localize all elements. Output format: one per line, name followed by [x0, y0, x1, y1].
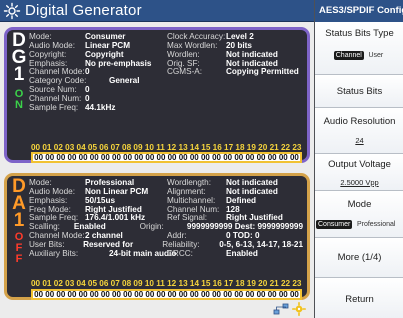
field-value: No pre-emphasis [85, 58, 152, 68]
field-value: Copying Permitted [226, 67, 299, 77]
return-key[interactable]: Return [315, 278, 403, 318]
key-label: Mode [347, 199, 372, 210]
option-consumer[interactable]: Consumer [316, 220, 353, 229]
field-value: General [109, 76, 140, 86]
field-label: Auxiliary Bits: [29, 248, 79, 258]
channel-tag: D A 1 O F F [10, 177, 28, 265]
audio-resolution-key[interactable]: Audio Resolution 24 [315, 108, 403, 154]
more-key[interactable]: More (1/4) [315, 238, 403, 278]
sun-icon [3, 2, 21, 19]
state-letter: F [15, 253, 23, 265]
status-icons [273, 302, 306, 316]
output-voltage-key[interactable]: Output Voltage 2.5000 Vpp [315, 154, 403, 191]
key-label: Status Bits [336, 86, 383, 97]
field-value [226, 77, 303, 86]
field-label [167, 86, 226, 95]
analog-config-panel[interactable]: D A 1 O F F Mode: Professional Wordlength:… [4, 173, 310, 300]
tag-letter: 1 [13, 64, 25, 85]
field-value: 24-bit main audio [109, 248, 177, 258]
settings-icon [292, 302, 306, 316]
key-label: Status Bits Type [325, 28, 394, 39]
hex-byte-header: 00 01 02 03 04 05 06 07 08 09 10 11 12 1… [31, 279, 302, 288]
field-label [167, 77, 226, 86]
field-value: 0 [85, 85, 90, 95]
window-title: Digital Generator [25, 2, 142, 19]
field-label: CRCC: [167, 248, 193, 258]
title-bar: Digital Generator [0, 0, 314, 22]
field-value [226, 86, 303, 95]
option-user[interactable]: User [366, 51, 385, 60]
tag-letter: 1 [13, 210, 25, 231]
field-value: Enabled [226, 248, 258, 258]
state-letter: N [15, 99, 23, 111]
field-value [226, 95, 303, 104]
key-label: Return [345, 294, 374, 305]
output-voltage-value: 2.5000 Vpp [340, 178, 379, 187]
menu-title: AES3/SPDIF Config [315, 0, 403, 22]
main-area: D G 1 O N Mode: Consumer Clock Accuracy: Le… [0, 22, 314, 318]
audio-resolution-value: 24 [355, 136, 364, 145]
field-value: 44.1kHz [85, 102, 116, 112]
field-row: Auxiliary Bits: 24-bit main audio CRCC: Ena… [29, 248, 303, 259]
status-bits-type-key[interactable]: Status Bits Type Channel User [315, 22, 403, 75]
softkey-menu: AES3/SPDIF Config Status Bits Type Chann… [314, 0, 403, 318]
key-label: Audio Resolution [323, 116, 396, 127]
field-label [167, 104, 226, 113]
field-label: CGMS-A: [167, 67, 203, 77]
option-channel[interactable]: Channel [333, 51, 364, 60]
field-label: Sample Freq: [29, 102, 79, 112]
hex-byte-header: 00 01 02 03 04 05 06 07 08 09 10 11 12 1… [31, 143, 302, 152]
option-professional[interactable]: Professional [355, 220, 398, 229]
field-label [167, 95, 226, 104]
network-icon [273, 303, 289, 315]
field-row: Sample Freq: 44.1kHz [29, 102, 303, 113]
field-value [226, 104, 303, 113]
channel-tag: D G 1 O N [10, 31, 28, 111]
hex-byte-values[interactable]: 00 00 00 00 00 00 00 00 00 00 00 00 00 0… [31, 152, 302, 163]
field-row: Audio Mode: Non Linear PCM Alignment: Not i… [29, 187, 303, 197]
status-fields: Mode: Consumer Clock Accuracy: Level 2 Audio… [29, 32, 303, 113]
status-fields: Mode: Professional Wordlength: Not indicate… [29, 178, 303, 259]
status-bits-key[interactable]: Status Bits [315, 75, 403, 108]
mode-key[interactable]: Mode Consumer Professional [315, 191, 403, 238]
digital-config-panel[interactable]: D G 1 O N Mode: Consumer Clock Accuracy: Le… [4, 27, 310, 163]
key-label: Output Voltage [328, 159, 391, 170]
hex-byte-values[interactable]: 00 00 00 00 00 00 00 00 00 00 00 00 00 0… [31, 289, 302, 300]
key-label: More (1/4) [337, 252, 382, 263]
